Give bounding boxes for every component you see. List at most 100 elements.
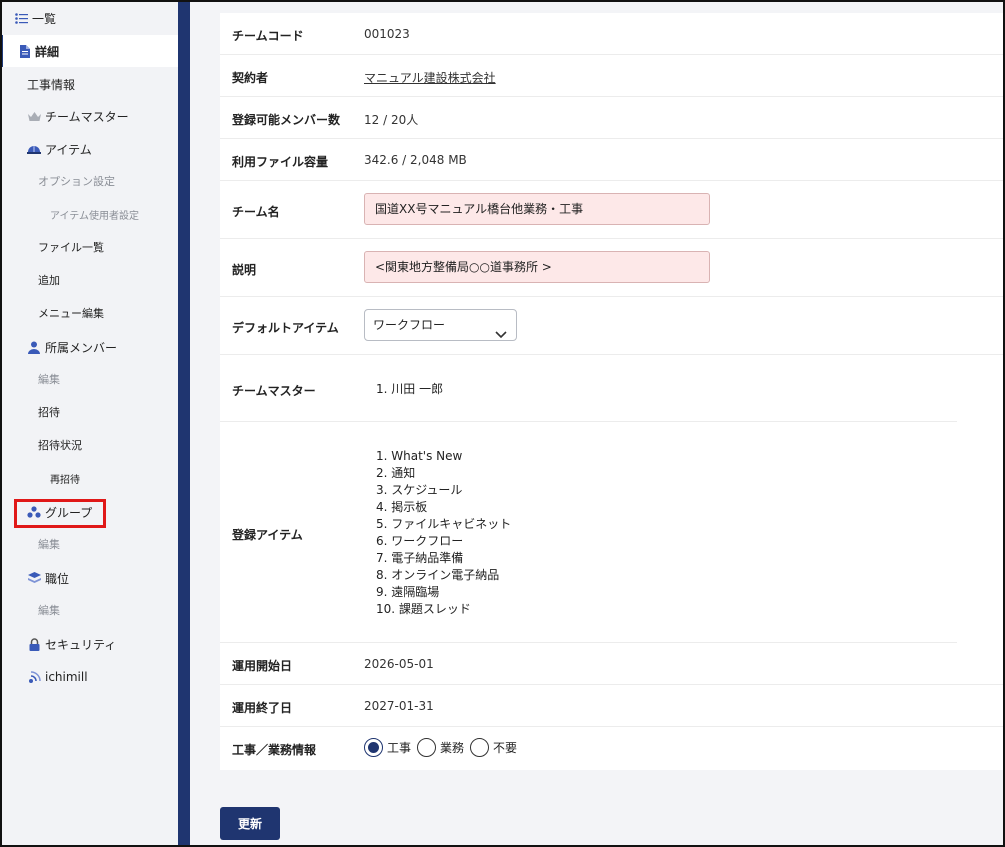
row-members: 登録可能メンバー数 12 / 20人: [220, 97, 1005, 139]
sidebar-item-label: 職位: [45, 571, 70, 586]
team-name-field[interactable]: 国道XX号マニュアル橋台他業務・工事: [364, 193, 710, 225]
sidebar-item-menu-edit[interactable]: メニュー編集: [0, 299, 178, 327]
list-item: 3. スケジュール: [376, 483, 463, 497]
contractor-link[interactable]: マニュアル建設株式会社: [364, 69, 496, 86]
row-team-code: チームコード 001023: [220, 13, 1005, 55]
sidebar-item-members-edit[interactable]: 編集: [0, 365, 178, 393]
sidebar-item-label: 一覧: [32, 11, 57, 26]
sidebar-item-reinvite[interactable]: 再招待: [0, 464, 178, 492]
sidebar-item-security[interactable]: セキュリティ: [0, 630, 178, 658]
main-content: チームコード 001023 契約者 マニュアル建設株式会社 登録可能メンバー数 …: [190, 0, 1005, 847]
sidebar-item-members[interactable]: 所属メンバー: [0, 333, 178, 361]
sidebar-item-construction-info[interactable]: 工事情報: [0, 70, 178, 98]
update-button[interactable]: 更新: [220, 807, 280, 840]
list-icon: [14, 11, 28, 25]
work-type-radio-group: 工事 業務 不要: [364, 738, 523, 757]
field-label: 運用開始日: [232, 659, 293, 673]
list-item: 1. 川田 一郎: [376, 382, 444, 396]
radio-label: 業務: [440, 741, 465, 755]
field-label: チームコード: [232, 29, 304, 43]
sidebar-item-detail[interactable]: 詳細: [0, 35, 178, 67]
list-item: 4. 掲示板: [376, 500, 428, 514]
sidebar-item-label: アイテム使用者設定: [50, 210, 139, 222]
sidebar-item-invite-status[interactable]: 招待状況: [0, 431, 178, 459]
row-default-item: デフォルトアイテム ワークフロー: [220, 297, 1005, 355]
radio-button[interactable]: [417, 738, 437, 757]
sidebar-item-item-user-settings[interactable]: アイテム使用者設定: [0, 200, 178, 228]
document-icon: [17, 44, 31, 58]
team-code-value: 001023: [364, 27, 410, 41]
end-date-value: 2027-01-31: [364, 699, 434, 713]
field-label: 工事／業務情報: [232, 743, 317, 757]
field-label: チームマスター: [232, 384, 316, 398]
storage-usage-value: 342.6 / 2,048 MB: [364, 153, 467, 167]
radio-construction[interactable]: 工事: [364, 738, 413, 757]
sidebar-item-label: 編集: [38, 604, 60, 617]
list-item: 7. 電子納品準備: [376, 551, 464, 565]
sidebar-item-label: チームマスター: [45, 109, 129, 124]
helmet-icon: [27, 142, 41, 156]
list-item: 6. ワークフロー: [376, 534, 464, 548]
sidebar-item-label: 招待: [38, 406, 60, 419]
description-field[interactable]: <関東地方整備局○○道事務所 >: [364, 251, 710, 283]
person-icon: [27, 340, 41, 354]
signal-icon: [27, 670, 41, 684]
field-label: 利用ファイル容量: [232, 155, 329, 169]
sidebar-item-list[interactable]: 一覧: [0, 4, 178, 32]
sidebar-item-label: 詳細: [35, 44, 60, 59]
row-registered-items: 登録アイテム 1. What's New 2. 通知 3. スケジュール 4. …: [220, 422, 957, 643]
team-master-list: 1. 川田 一郎: [376, 381, 443, 398]
row-team-name: チーム名 国道XX号マニュアル橋台他業務・工事: [220, 181, 1005, 239]
row-description: 説明 <関東地方整備局○○道事務所 >: [220, 239, 1005, 297]
field-label: 契約者: [232, 71, 269, 85]
sidebar-item-label: オプション設定: [38, 175, 115, 188]
sidebar-item-label: 追加: [38, 274, 60, 287]
crown-icon: [27, 109, 41, 123]
sidebar: 一覧 詳細 工事情報 チームマスター アイテム オプション設定 アイテム使用者設…: [0, 0, 178, 847]
sidebar-item-label: 編集: [38, 538, 60, 551]
registered-items-list: 1. What's New 2. 通知 3. スケジュール 4. 掲示板 5. …: [376, 448, 511, 618]
sidebar-item-option-settings[interactable]: オプション設定: [0, 167, 178, 195]
sidebar-item-items[interactable]: アイテム: [0, 135, 178, 163]
layers-icon: [27, 571, 41, 585]
row-team-master: チームマスター 1. 川田 一郎: [220, 355, 957, 422]
radio-label: 不要: [493, 741, 518, 755]
field-label: 登録可能メンバー数: [232, 113, 341, 127]
sidebar-item-label: ファイル一覧: [38, 241, 104, 254]
sidebar-item-label: メニュー編集: [38, 307, 104, 320]
sidebar-item-add[interactable]: 追加: [0, 266, 178, 294]
sidebar-item-position[interactable]: 職位: [0, 564, 178, 592]
radio-button[interactable]: [470, 738, 490, 757]
sidebar-item-label: 工事情報: [27, 77, 76, 92]
sidebar-item-label: 編集: [38, 373, 60, 386]
field-label: デフォルトアイテム: [232, 321, 339, 335]
list-item: 9. 遠隔臨場: [376, 585, 440, 599]
default-item-select[interactable]: ワークフロー: [364, 309, 517, 341]
sidebar-item-invite[interactable]: 招待: [0, 398, 178, 426]
list-item: 8. オンライン電子納品: [376, 568, 500, 582]
list-item: 2. 通知: [376, 466, 416, 480]
field-label: 登録アイテム: [232, 528, 303, 542]
row-contractor: 契約者 マニュアル建設株式会社: [220, 55, 1005, 97]
sidebar-item-group-edit[interactable]: 編集: [0, 530, 178, 558]
sidebar-item-label: ichimill: [45, 670, 88, 684]
sidebar-item-label: 招待状況: [38, 439, 82, 452]
list-item: 10. 課題スレッド: [376, 602, 471, 616]
lock-icon: [27, 637, 41, 651]
radio-button[interactable]: [364, 738, 383, 757]
radio-none[interactable]: 不要: [470, 738, 519, 757]
sidebar-item-label: アイテム: [45, 142, 92, 157]
sidebar-item-team-master[interactable]: チームマスター: [0, 102, 178, 130]
start-date-value: 2026-05-01: [364, 657, 434, 671]
sidebar-item-label: 再招待: [50, 474, 80, 486]
row-work-type: 工事／業務情報 工事 業務 不要: [220, 727, 1005, 770]
radio-business[interactable]: 業務: [417, 738, 466, 757]
sidebar-item-ichimill[interactable]: ichimill: [0, 663, 178, 691]
chevron-down-icon: [495, 320, 507, 339]
default-item-value: ワークフロー: [373, 318, 446, 332]
member-count-value: 12 / 20人: [364, 113, 419, 127]
sidebar-item-file-list[interactable]: ファイル一覧: [0, 233, 178, 261]
sidebar-item-position-edit[interactable]: 編集: [0, 596, 178, 624]
detail-card: チームコード 001023 契約者 マニュアル建設株式会社 登録可能メンバー数 …: [220, 13, 1005, 770]
row-start-date: 運用開始日 2026-05-01: [220, 643, 1005, 685]
